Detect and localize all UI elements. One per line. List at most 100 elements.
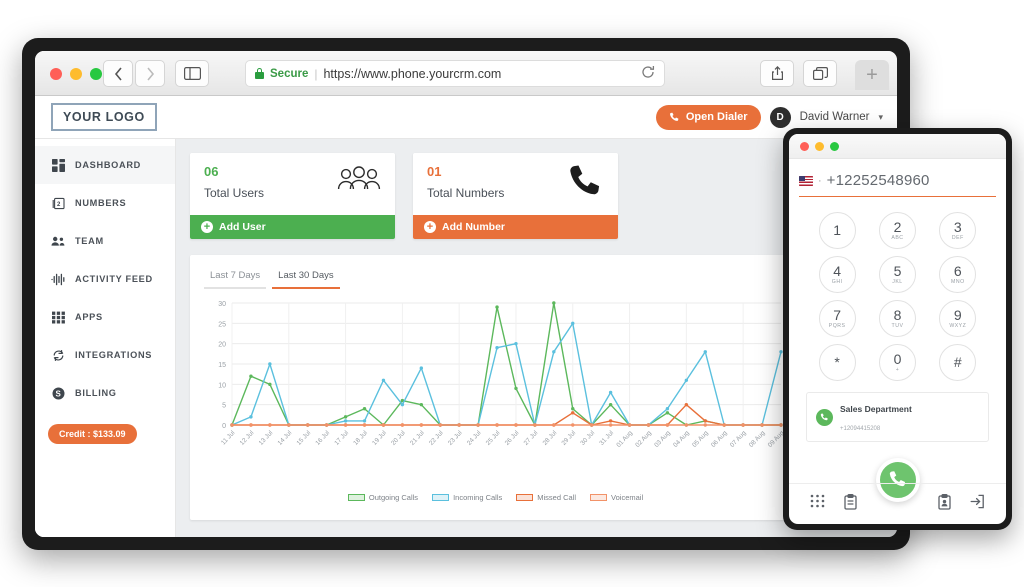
contacts-icon[interactable]	[938, 494, 951, 515]
chart-data-point	[514, 423, 517, 426]
users-group-icon	[337, 164, 381, 199]
sidebar-item-label: APPS	[75, 312, 103, 322]
chart-legend: Outgoing Calls Incoming Calls Missed Call V…	[204, 493, 787, 502]
legend-item[interactable]: Voicemail	[590, 493, 643, 502]
chart-data-point	[647, 423, 650, 426]
x-tick-label: 02 Aug	[634, 429, 653, 449]
chart-data-point	[685, 403, 688, 406]
sidebar-item-team[interactable]: TEAM	[35, 222, 175, 260]
card-top: 06 Total Users	[190, 153, 395, 215]
legend-swatch	[590, 494, 607, 501]
dial-key-digit: 6	[954, 264, 962, 279]
sidebar-item-billing[interactable]: S BILLING	[35, 374, 175, 412]
logout-icon[interactable]	[970, 494, 985, 514]
y-tick-label: 10	[218, 382, 226, 389]
sidebar-item-integrations[interactable]: INTEGRATIONS	[35, 336, 175, 374]
dial-key-0[interactable]: 0+	[879, 344, 916, 381]
dial-key-5[interactable]: 5JKL	[879, 256, 916, 293]
chart-data-point	[514, 387, 517, 390]
dial-key-2[interactable]: 2ABC	[879, 212, 916, 249]
sidebar-item-dashboard[interactable]: DASHBOARD	[35, 146, 175, 184]
chevron-right-icon	[146, 67, 155, 81]
clipboard-icon[interactable]	[844, 494, 857, 515]
x-tick-label: 27 Jul	[523, 430, 540, 447]
header-actions: Open Dialer D David Warner ▾	[656, 105, 883, 130]
legend-item[interactable]: Incoming Calls	[432, 493, 502, 502]
tabs-icon	[813, 67, 828, 81]
address-bar[interactable]: Secure | https://www.phone.yourcrm.com	[245, 60, 665, 87]
dial-key-#[interactable]: #	[939, 344, 976, 381]
reload-icon	[641, 65, 655, 79]
legend-label: Missed Call	[537, 493, 576, 502]
chart-data-point	[628, 423, 631, 426]
new-tab-button[interactable]: +	[855, 60, 889, 90]
maximize-window-button[interactable]	[90, 68, 102, 80]
minimize-window-button[interactable]	[70, 68, 82, 80]
dial-key-4[interactable]: 4GHI	[819, 256, 856, 293]
keypad-icon[interactable]	[810, 494, 825, 514]
chart-data-point	[495, 346, 498, 349]
dialer-maximize-button[interactable]	[830, 142, 839, 151]
x-tick-label: 03 Aug	[653, 429, 672, 449]
dial-key-8[interactable]: 8TUV	[879, 300, 916, 337]
dial-key-digit: *	[834, 355, 839, 370]
dialer-contact-card[interactable]: Sales Department +12094415208	[806, 392, 989, 442]
plus-icon: +	[201, 221, 213, 233]
x-tick-label: 11 Jul	[220, 430, 236, 447]
phone-icon	[669, 112, 680, 123]
phone-handset-icon	[564, 164, 604, 203]
chart-data-point	[382, 379, 385, 382]
close-window-button[interactable]	[50, 68, 62, 80]
dial-key-9[interactable]: 9WXYZ	[939, 300, 976, 337]
x-tick-label: 06 Aug	[710, 429, 729, 449]
legend-item[interactable]: Outgoing Calls	[348, 493, 418, 502]
dial-key-7[interactable]: 7PQRS	[819, 300, 856, 337]
dial-key-*[interactable]: *	[819, 344, 856, 381]
dialer-minimize-button[interactable]	[815, 142, 824, 151]
browser-nav-buttons	[103, 60, 165, 87]
dial-key-6[interactable]: 6MNO	[939, 256, 976, 293]
chevron-down-icon[interactable]: ▾	[878, 112, 883, 123]
chart-data-point	[476, 423, 479, 426]
tab-last-7-days[interactable]: Last 7 Days	[204, 267, 266, 289]
dial-key-3[interactable]: 3DEF	[939, 212, 976, 249]
credit-badge[interactable]: Credit : $133.09	[48, 424, 137, 444]
sidebar-item-activity-feed[interactable]: ACTIVITY FEED	[35, 260, 175, 298]
chart-data-point	[571, 423, 574, 426]
open-dialer-button[interactable]: Open Dialer	[656, 105, 761, 130]
avatar[interactable]: D	[770, 107, 791, 128]
add-user-button[interactable]: + Add User	[190, 215, 395, 239]
chart-data-point	[344, 419, 347, 422]
sidebar-item-apps[interactable]: APPS	[35, 298, 175, 336]
dialer-number-field[interactable]: · +12252548960	[789, 159, 1006, 206]
y-tick-label: 30	[218, 301, 226, 308]
x-tick-label: 16 Jul	[314, 430, 331, 447]
back-button[interactable]	[103, 60, 133, 87]
app-body: DASHBOARD 2 NUMBERS TEAM	[35, 139, 897, 537]
app-header: YOUR LOGO Open Dialer D David Warner ▾	[35, 96, 897, 139]
reload-button[interactable]	[641, 65, 655, 82]
add-number-button[interactable]: + Add Number	[413, 215, 618, 239]
legend-item[interactable]: Missed Call	[516, 493, 576, 502]
share-button[interactable]	[760, 60, 794, 87]
tab-last-30-days[interactable]: Last 30 Days	[272, 267, 339, 289]
x-tick-label: 30 Jul	[579, 430, 596, 447]
legend-swatch	[348, 494, 365, 501]
x-tick-label: 13 Jul	[258, 430, 275, 447]
sidebar-item-numbers[interactable]: 2 NUMBERS	[35, 184, 175, 222]
dial-key-1[interactable]: 1	[819, 212, 856, 249]
browser-chrome: Secure | https://www.phone.yourcrm.com	[35, 51, 897, 96]
forward-button[interactable]	[135, 60, 165, 87]
y-tick-label: 25	[218, 321, 226, 328]
plus-icon: +	[424, 221, 436, 233]
contact-name: Sales Department	[840, 404, 912, 414]
sidebar-toggle-button[interactable]	[175, 60, 209, 87]
chart-data-point	[704, 423, 707, 426]
x-tick-label: 26 Jul	[504, 430, 521, 447]
chart-data-point	[666, 411, 669, 414]
show-tabs-button[interactable]	[803, 60, 837, 87]
dollar-coin-icon: S	[51, 386, 65, 400]
user-name[interactable]: David Warner	[800, 111, 870, 123]
dialer-close-button[interactable]	[800, 142, 809, 151]
app-logo[interactable]: YOUR LOGO	[51, 103, 157, 131]
